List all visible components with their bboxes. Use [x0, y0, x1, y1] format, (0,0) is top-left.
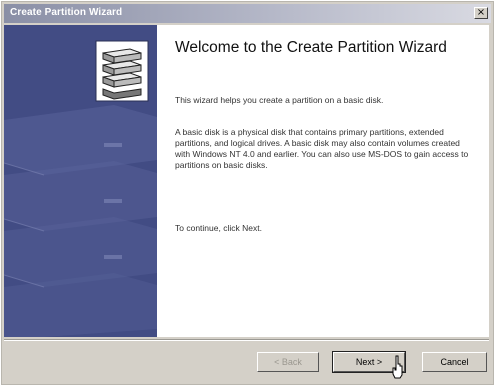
close-icon: ×: [476, 7, 486, 18]
wizard-content-panel: Welcome to the Create Partition Wizard T…: [157, 25, 489, 337]
disk-stack-icon: [95, 40, 149, 102]
cancel-button[interactable]: Cancel: [422, 352, 487, 372]
description-text: A basic disk is a physical disk that con…: [175, 127, 469, 170]
button-separator: [4, 339, 489, 341]
page-title: Welcome to the Create Partition Wizard: [175, 39, 447, 56]
back-button[interactable]: < Back: [257, 352, 319, 372]
title-bar[interactable]: Create Partition Wizard ×: [4, 4, 491, 23]
window-title: Create Partition Wizard: [10, 7, 123, 18]
wizard-sidebar-graphic: [4, 25, 157, 337]
intro-text: This wizard helps you create a partition…: [175, 95, 384, 105]
hand-cursor-icon: [392, 355, 403, 379]
instruction-text: To continue, click Next.: [175, 223, 262, 233]
sidebar-disk-artwork: [4, 25, 157, 337]
close-button[interactable]: ×: [474, 7, 488, 19]
